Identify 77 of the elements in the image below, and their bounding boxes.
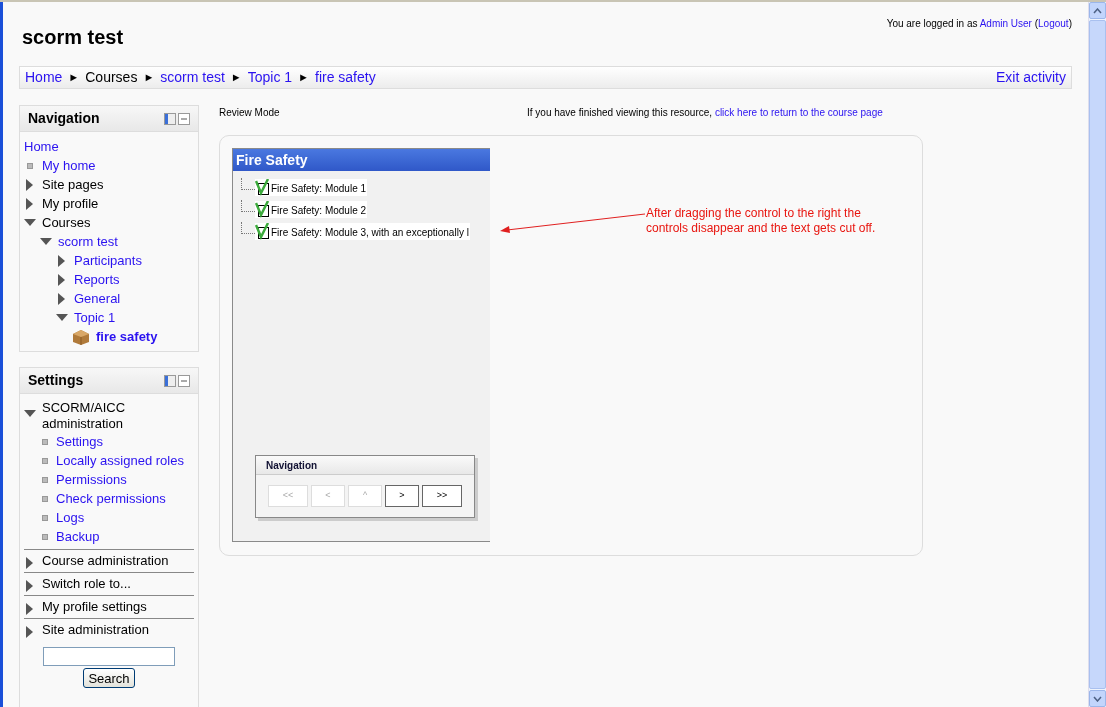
module-item[interactable]: Fire Safety: Module 2 xyxy=(255,201,368,218)
nav-link[interactable]: General xyxy=(74,288,121,309)
bullet-icon xyxy=(42,438,48,445)
nav-link[interactable]: My profile xyxy=(42,193,99,214)
breadcrumb-link[interactable]: fire safety xyxy=(315,67,376,88)
return-note: If you have finished viewing this resource, click here to return to the course page xyxy=(527,105,883,120)
nav-link[interactable]: Site pages xyxy=(42,174,104,195)
bullet-icon xyxy=(42,476,48,483)
nav-link[interactable]: scorm test xyxy=(58,231,118,252)
logout-link[interactable]: Logout xyxy=(1038,18,1069,29)
settings-section[interactable]: Site administration xyxy=(42,622,149,638)
collapse-icon[interactable] xyxy=(178,112,190,125)
scroll-up-button[interactable] xyxy=(1089,2,1106,19)
nav-button[interactable]: >> xyxy=(422,485,462,507)
breadcrumb-separator: ► xyxy=(230,70,242,86)
package-icon xyxy=(72,328,90,345)
navigation-panel-title: Navigation xyxy=(266,458,318,473)
nav-link[interactable]: fire safety xyxy=(96,326,158,347)
module-item[interactable]: Fire Safety: Module 3, with an exceptionally l xyxy=(255,223,470,240)
search-field[interactable] xyxy=(43,647,175,666)
breadcrumb-link[interactable]: Home xyxy=(25,67,63,88)
page-title: scorm test xyxy=(22,25,124,50)
collapsed-arrow-icon[interactable] xyxy=(26,197,34,210)
user-link[interactable]: Admin User xyxy=(979,18,1032,29)
settings-link[interactable]: Check permissions xyxy=(56,488,166,509)
breadcrumb-link[interactable]: Topic 1 xyxy=(247,67,293,88)
settings-section[interactable]: Course administration xyxy=(42,553,169,569)
block-title: Navigation xyxy=(28,109,100,128)
settings-link[interactable]: Permissions xyxy=(56,469,127,490)
collapsed-arrow-icon[interactable] xyxy=(26,603,34,615)
settings-link[interactable]: Backup xyxy=(56,526,100,547)
settings-section[interactable]: Switch role to... xyxy=(42,576,131,592)
settings-link[interactable]: Locally assigned roles xyxy=(56,450,184,471)
bullet-icon xyxy=(27,162,33,169)
scroll-down-button[interactable] xyxy=(1089,690,1106,707)
login-info: You are logged in as Admin User (Logout) xyxy=(886,17,1072,31)
player-title: Fire Safety xyxy=(236,150,308,170)
nav-link[interactable]: Topic 1 xyxy=(74,307,116,328)
breadcrumb-separator: ► xyxy=(68,70,80,86)
return-link[interactable]: click here to return to the course page xyxy=(714,106,883,118)
expanded-arrow-icon[interactable] xyxy=(24,218,36,227)
nav-link[interactable]: Reports xyxy=(74,269,120,290)
settings-section[interactable]: My profile settings xyxy=(42,599,147,615)
module-item[interactable]: Fire Safety: Module 1 xyxy=(255,179,368,196)
settings-section[interactable]: SCORM/AICC administration xyxy=(42,400,142,432)
collapsed-arrow-icon[interactable] xyxy=(58,292,66,305)
breadcrumb-separator: ► xyxy=(143,70,155,86)
review-mode-label: Review Mode xyxy=(219,105,281,120)
breadcrumb-separator: ► xyxy=(298,70,309,86)
settings-link[interactable]: Logs xyxy=(56,507,85,528)
bullet-icon xyxy=(42,457,48,464)
collapsed-arrow-icon[interactable] xyxy=(26,557,34,569)
nav-link[interactable]: My home xyxy=(42,155,96,176)
search-button[interactable]: Search xyxy=(83,668,135,688)
collapsed-arrow-icon[interactable] xyxy=(26,178,34,191)
expanded-arrow-icon[interactable] xyxy=(56,313,68,322)
nav-link[interactable]: Home xyxy=(24,136,59,157)
collapsed-arrow-icon[interactable] xyxy=(26,626,34,638)
nav-link[interactable]: Participants xyxy=(74,250,142,271)
nav-link[interactable]: Courses xyxy=(42,212,91,233)
annotation-note: After dragging the control to the right the controls disappear and the text gets cut off. xyxy=(646,206,876,236)
dock-icon[interactable] xyxy=(164,374,176,387)
collapsed-arrow-icon[interactable] xyxy=(58,254,66,267)
bullet-icon xyxy=(42,495,48,502)
bullet-icon xyxy=(42,533,48,540)
block-title: Settings xyxy=(28,371,84,390)
expanded-arrow-icon[interactable] xyxy=(40,237,52,246)
nav-button[interactable]: > xyxy=(385,485,419,507)
settings-link[interactable]: Settings xyxy=(56,431,103,452)
breadcrumb-link[interactable]: scorm test xyxy=(160,67,225,88)
exit-activity-link[interactable]: Exit activity xyxy=(996,67,1066,88)
collapsed-arrow-icon[interactable] xyxy=(58,273,66,286)
dock-icon[interactable] xyxy=(164,112,176,125)
expanded-arrow-icon[interactable] xyxy=(24,410,36,418)
collapsed-arrow-icon[interactable] xyxy=(26,580,34,592)
bullet-icon xyxy=(42,514,48,521)
collapse-icon[interactable] xyxy=(178,374,190,387)
